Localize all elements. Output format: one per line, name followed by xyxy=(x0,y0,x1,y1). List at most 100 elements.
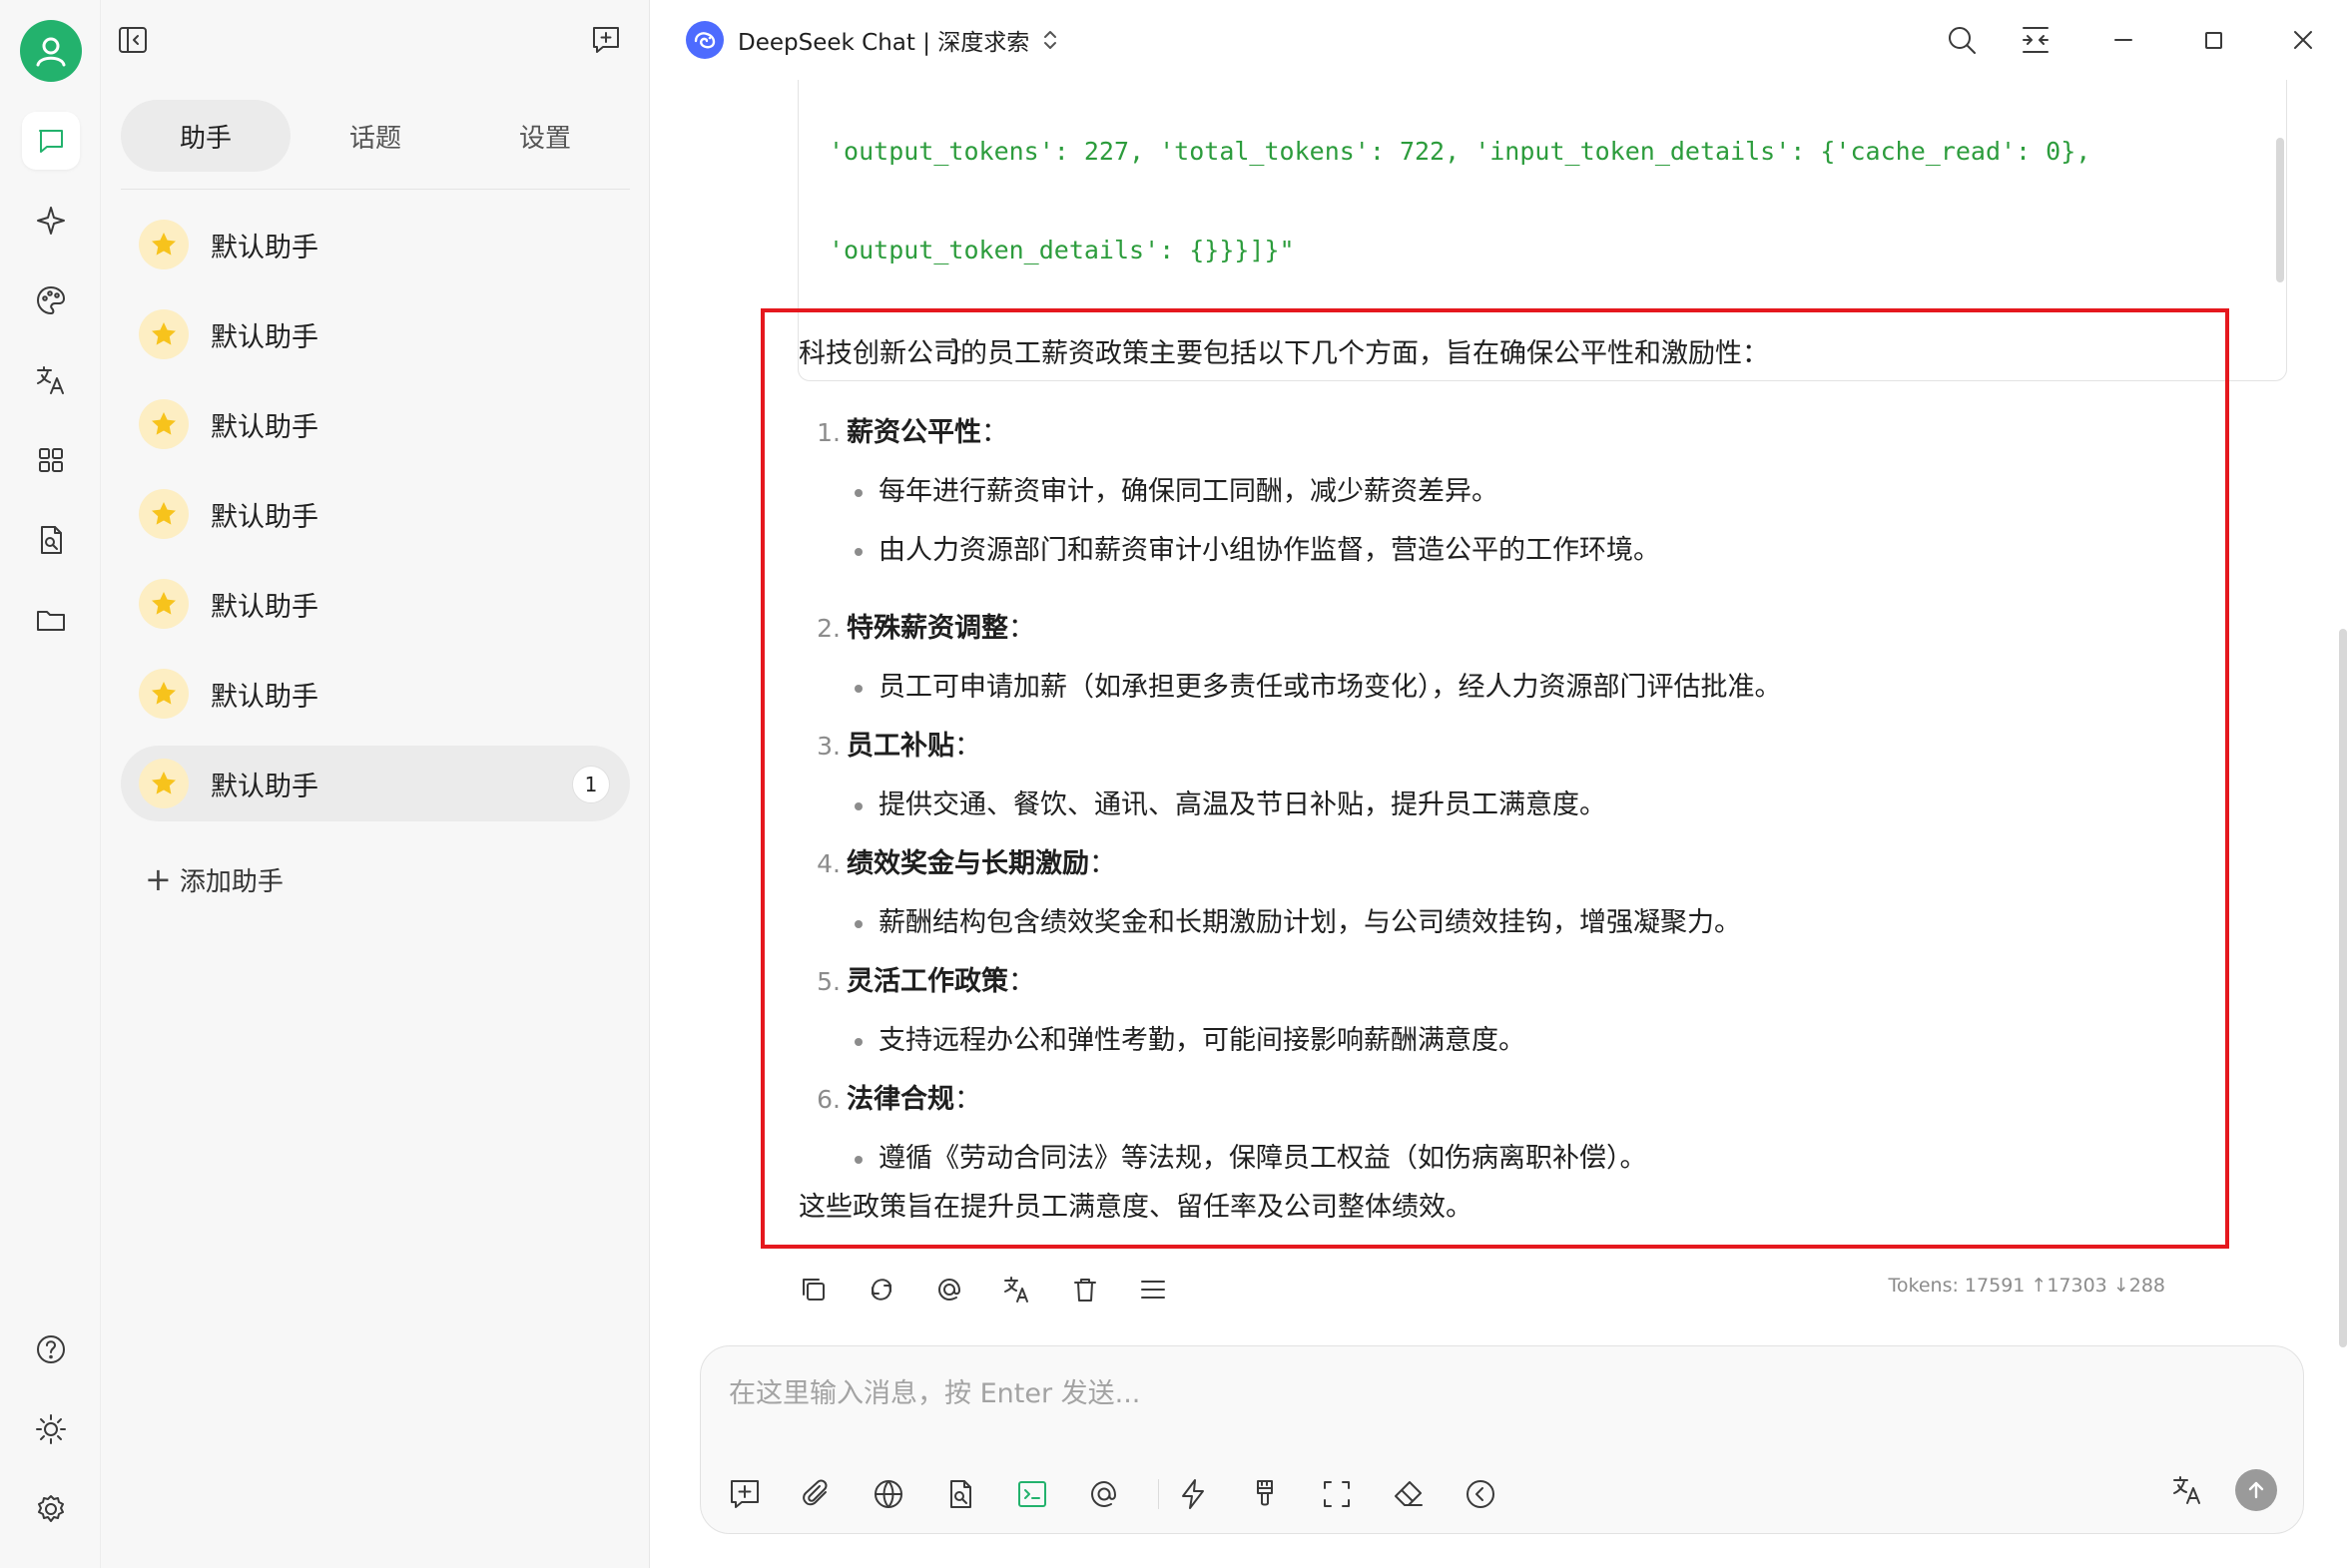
mention-model-button[interactable] xyxy=(933,1268,1001,1311)
navigation-rail xyxy=(0,0,101,1568)
assistant-item[interactable]: 默认助手 xyxy=(121,566,630,642)
assistant-item[interactable]: 默认助手 xyxy=(121,207,630,282)
section-colon: ： xyxy=(1089,848,1116,879)
answer-section: 5. 灵活工作政策 ： 支持远程办公和弹性考勤，可能间接影响薪酬满意度。 xyxy=(799,962,1525,1061)
section-heading: 5. 灵活工作政策 ： xyxy=(799,962,1525,1002)
bullet-item: 薪酬结构包含绩效奖金和长期激励计划，与公司绩效挂钩，增强凝聚力。 xyxy=(855,903,1741,943)
assistant-avatar xyxy=(139,759,189,808)
assistant-name: 默认助手 xyxy=(211,591,318,623)
translate-input-button[interactable] xyxy=(2169,1468,2209,1512)
assistant-name: 默认助手 xyxy=(211,501,318,533)
assistant-item-selected[interactable]: 默认助手 1 xyxy=(121,746,630,821)
clear-style-icon xyxy=(1257,1480,1273,1506)
star-icon xyxy=(152,592,176,615)
rail-apps-button[interactable] xyxy=(22,431,80,489)
section-colon: ： xyxy=(1008,966,1035,997)
assistant-avatar xyxy=(139,579,189,629)
toggle-sidebar-button[interactable] xyxy=(113,20,153,60)
quick-phrase-icon xyxy=(1182,1479,1204,1509)
assistant-name: 默认助手 xyxy=(211,232,318,263)
model-selector[interactable]: DeepSeek Chat | 深度求索 xyxy=(686,20,1059,60)
mention-tool-button[interactable] xyxy=(1086,1472,1158,1516)
tab-topics[interactable]: 话题 xyxy=(291,100,460,172)
maximize-button[interactable] xyxy=(2191,18,2235,62)
section-colon: ： xyxy=(981,417,1008,448)
collapse-button[interactable] xyxy=(1463,1472,1534,1516)
section-title: 薪资公平性 xyxy=(847,417,981,448)
rail-settings-button[interactable] xyxy=(22,1480,80,1538)
assistant-avatar xyxy=(139,399,189,449)
star-icon xyxy=(152,322,176,345)
chat-icon xyxy=(39,130,63,153)
assistant-item[interactable]: 默认助手 xyxy=(121,296,630,372)
code-line: 'output_token_details': {}}}]}" xyxy=(829,236,1295,264)
bullet-item: 提供交通、餐饮、通讯、高温及节日补贴，提升员工满意度。 xyxy=(855,785,1606,825)
answer-section: 6. 法律合规 ： 遵循《劳动合同法》等法规，保障员工权益（如伤病离职补偿）。 xyxy=(799,1080,1647,1179)
panel-toolbar xyxy=(101,0,650,80)
web-search-button[interactable] xyxy=(871,1472,942,1516)
assistant-answer-highlight: 科技创新公司的员工薪资政策主要包括以下几个方面，旨在确保公平性和激励性： 1. … xyxy=(761,308,2229,1249)
tab-assistants[interactable]: 助手 xyxy=(121,100,291,172)
section-title: 法律合规 xyxy=(847,1084,954,1115)
star-icon xyxy=(152,682,176,705)
delete-message-button[interactable] xyxy=(1069,1268,1137,1311)
close-button[interactable] xyxy=(2281,18,2325,62)
narrow-mode-button[interactable] xyxy=(2014,18,2057,62)
assistant-list: 默认助手 默认助手 默认助手 默认助手 默认助手 默认助手 默认助手 1 xyxy=(121,207,630,835)
regenerate-button[interactable] xyxy=(866,1268,933,1311)
rail-files-button[interactable] xyxy=(22,591,80,649)
more-menu-button[interactable] xyxy=(1137,1268,1205,1311)
clear-style-button[interactable] xyxy=(1247,1472,1319,1516)
star-icon xyxy=(152,412,176,435)
copy-button[interactable] xyxy=(798,1268,866,1311)
mention-icon xyxy=(938,1279,960,1301)
new-topic-button[interactable] xyxy=(586,20,626,60)
assistant-item[interactable]: 默认助手 xyxy=(121,476,630,552)
add-assistant-button[interactable]: + 添加助手 xyxy=(145,860,284,898)
section-colon: ： xyxy=(1008,613,1035,644)
code-tool-button[interactable] xyxy=(1014,1472,1086,1516)
model-title: DeepSeek Chat | 深度求索 xyxy=(738,30,1030,56)
fullscreen-icon xyxy=(1324,1481,1350,1507)
chat-scrollbar[interactable] xyxy=(2339,629,2347,1347)
knowledge-base-button[interactable] xyxy=(942,1472,1014,1516)
rail-translate-button[interactable] xyxy=(22,351,80,409)
rail-chat-button[interactable] xyxy=(22,112,80,170)
code-scrollbar[interactable] xyxy=(2276,138,2284,282)
rail-paintings-button[interactable] xyxy=(22,271,80,329)
answer-outro: 这些政策旨在提升员工满意度、留任率及公司整体绩效。 xyxy=(799,1192,1472,1223)
assistant-item[interactable]: 默认助手 xyxy=(121,386,630,462)
token-usage: Tokens: 17591 ↑17303 ↓288 xyxy=(1888,1275,2165,1297)
sparkle-icon xyxy=(37,207,65,235)
new-topic-tool-button[interactable] xyxy=(727,1472,799,1516)
quick-phrase-button[interactable] xyxy=(1175,1472,1247,1516)
tab-settings[interactable]: 设置 xyxy=(460,100,630,172)
assistant-item[interactable]: 默认助手 xyxy=(121,656,630,732)
code-line: 'output_tokens': 227, 'total_tokens': 72… xyxy=(829,137,2091,166)
rail-agents-button[interactable] xyxy=(22,192,80,250)
message-input[interactable] xyxy=(729,1368,2226,1418)
section-number: 3. xyxy=(817,732,841,761)
clear-context-button[interactable] xyxy=(1391,1472,1463,1516)
section-number: 4. xyxy=(817,849,841,878)
message-area: 'output_tokens': 227, 'total_tokens': 72… xyxy=(650,80,2351,1327)
attachment-button[interactable] xyxy=(799,1472,871,1516)
message-actions xyxy=(798,1268,1205,1311)
translate-message-button[interactable] xyxy=(1001,1268,1069,1311)
toolbar-separator xyxy=(1158,1479,1159,1509)
rail-theme-button[interactable] xyxy=(22,1400,80,1458)
knowledge-icon xyxy=(950,1480,971,1508)
section-heading: 4. 绩效奖金与长期激励 ： xyxy=(799,844,1741,884)
delete-icon xyxy=(1074,1279,1096,1302)
search-button[interactable] xyxy=(1940,18,1984,62)
composer-actions xyxy=(2169,1468,2277,1512)
rail-knowledge-button[interactable] xyxy=(22,511,80,569)
bullet-item: 遵循《劳动合同法》等法规，保障员工权益（如伤病离职补偿）。 xyxy=(855,1139,1647,1179)
fullscreen-button[interactable] xyxy=(1319,1472,1391,1516)
regenerate-icon xyxy=(872,1279,891,1301)
user-avatar[interactable] xyxy=(20,20,82,82)
send-button[interactable] xyxy=(2235,1469,2277,1511)
rail-help-button[interactable] xyxy=(22,1320,80,1378)
minimize-button[interactable] xyxy=(2101,18,2145,62)
web-search-icon xyxy=(875,1480,902,1508)
